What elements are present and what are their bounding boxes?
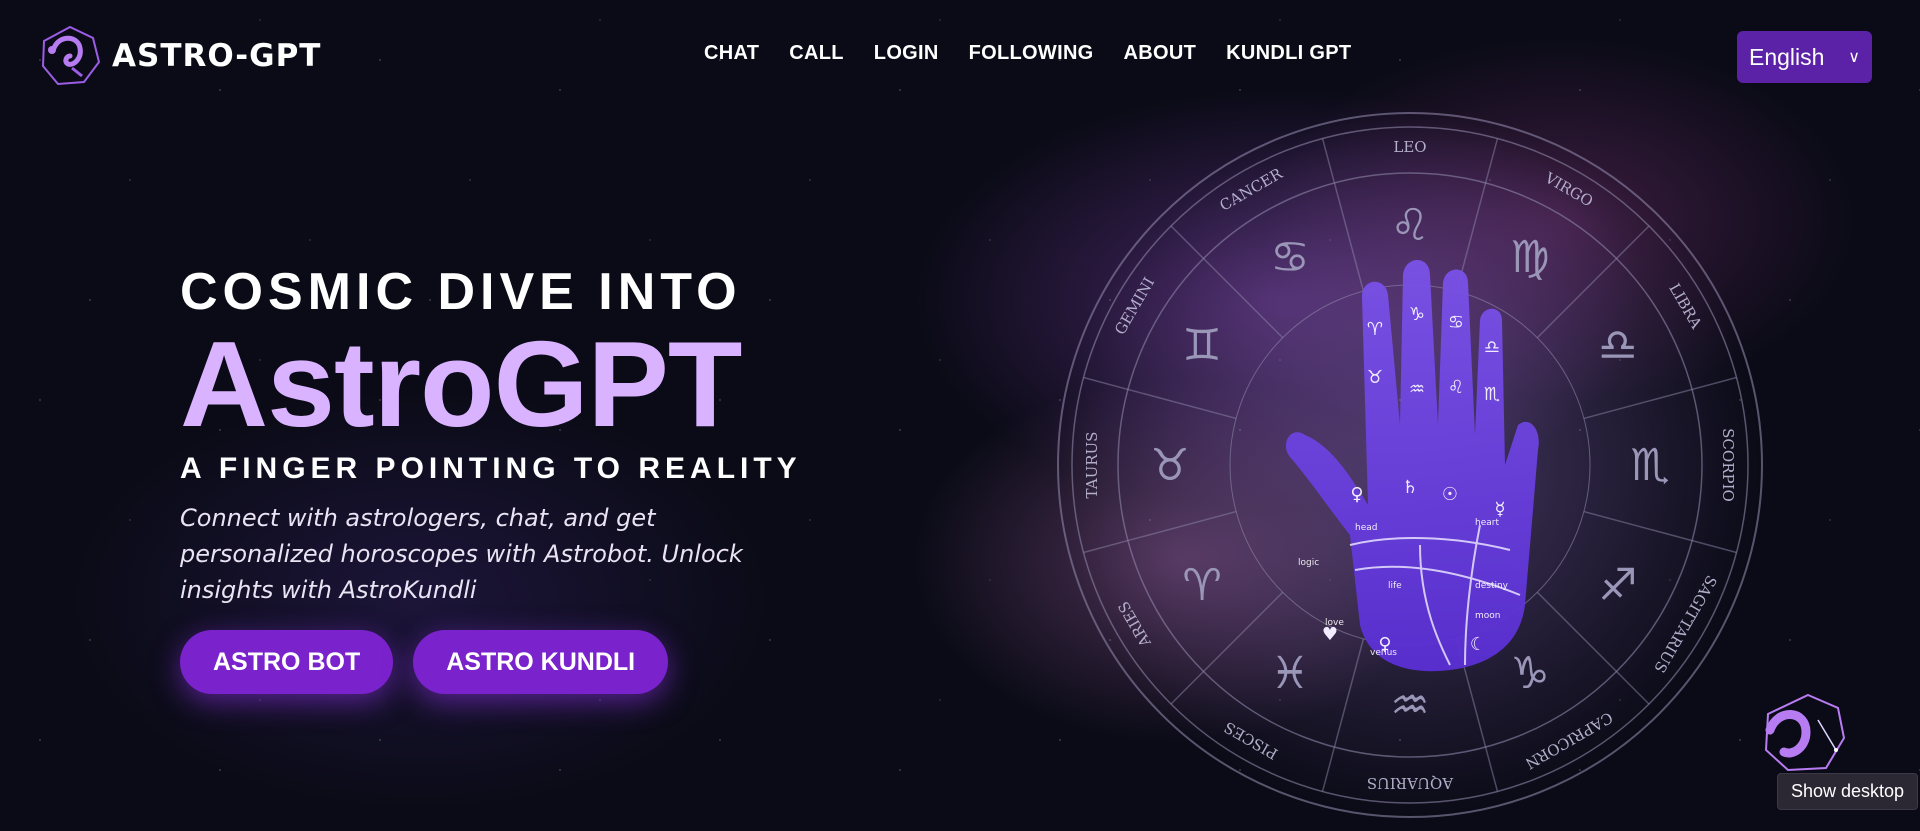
svg-text:♉: ♉: [1367, 367, 1383, 388]
zodiac-symbol-icon: ♌: [1390, 200, 1429, 251]
brand-name: ASTRO-GPT: [112, 38, 322, 74]
chevron-down-icon: ∨: [1848, 49, 1860, 66]
svg-text:♏: ♏: [1484, 384, 1500, 405]
zodiac-symbol-icon: ♑: [1510, 648, 1549, 699]
palm-label-head: head: [1355, 523, 1377, 533]
hero-tagline: A FINGER POINTING TO REALITY: [180, 452, 802, 485]
zodiac-symbol-icon: ♈: [1182, 560, 1221, 611]
palm-label-logic: logic: [1298, 558, 1319, 568]
zodiac-sign-name: LEO: [1393, 138, 1426, 156]
nav-call[interactable]: CALL: [789, 42, 844, 65]
nav-login[interactable]: LOGIN: [874, 42, 939, 65]
svg-text:♑: ♑: [1409, 304, 1425, 325]
palm-label-moon: moon: [1475, 611, 1500, 621]
nav-about[interactable]: ABOUT: [1124, 42, 1197, 65]
zodiac-symbol-icon: ♏: [1630, 440, 1669, 491]
zodiac-wheel-illustration: LEOVIRGOLIBRASCORPIOSAGITTARIUSCAPRICORN…: [1057, 112, 1763, 818]
zodiac-symbol-icon: ♋: [1270, 232, 1309, 283]
scorpion-logo-icon: [41, 25, 101, 86]
zodiac-symbol-icon: ♓: [1270, 648, 1309, 699]
nav-following[interactable]: FOLLOWING: [969, 42, 1094, 65]
svg-text:☿: ☿: [1494, 499, 1505, 520]
svg-text:♀: ♀: [1378, 634, 1391, 655]
language-select-value: English: [1749, 43, 1825, 70]
brand-logo[interactable]: ASTRO-GPT: [38, 24, 321, 88]
svg-text:♀: ♀: [1350, 484, 1363, 505]
svg-text:♈: ♈: [1367, 319, 1383, 340]
hero-title: AstroGPT: [180, 316, 742, 452]
hero-description: Connect with astrologers, chat, and get …: [180, 504, 743, 604]
svg-text:♌: ♌: [1448, 377, 1464, 398]
svg-text:♎: ♎: [1484, 337, 1500, 358]
zodiac-sign-name: TAURUS: [1083, 432, 1101, 499]
zodiac-symbol-icon: ♎: [1598, 320, 1637, 371]
nav-chat[interactable]: CHAT: [704, 42, 759, 65]
svg-text:♋: ♋: [1448, 312, 1464, 333]
astro-kundli-button[interactable]: ASTRO KUNDLI: [413, 630, 669, 694]
language-select[interactable]: English ∨: [1737, 31, 1872, 83]
astro-bot-button[interactable]: ASTRO BOT: [180, 630, 394, 694]
zodiac-sign-name: SCORPIO: [1719, 428, 1737, 502]
palm-label-life: life: [1388, 581, 1402, 591]
hero-section: COSMIC DIVE INTO AstroGPT A FINGER POINT…: [180, 262, 820, 694]
zodiac-symbol-icon: ♐: [1598, 560, 1637, 611]
nav-kundli-gpt[interactable]: KUNDLI GPT: [1226, 42, 1351, 65]
show-desktop-tooltip: Show desktop: [1777, 773, 1919, 810]
zodiac-symbol-icon: ♉: [1150, 440, 1189, 491]
svg-text:♒: ♒: [1409, 379, 1425, 400]
palm-label-destiny: destiny: [1475, 581, 1509, 591]
main-nav: CHAT CALL LOGIN FOLLOWING ABOUT KUNDLI G…: [704, 42, 1351, 65]
svg-text:♥: ♥: [1322, 624, 1338, 645]
svg-text:♄: ♄: [1402, 477, 1418, 498]
zodiac-symbol-icon: ♍: [1510, 232, 1549, 283]
zodiac-sign-name: AQUARIUS: [1367, 774, 1454, 792]
svg-text:☾: ☾: [1470, 634, 1486, 655]
svg-text:☉: ☉: [1442, 484, 1458, 505]
hero-buttons: ASTRO BOT ASTRO KUNDLI: [180, 630, 820, 694]
zodiac-symbol-icon: ♒: [1390, 680, 1429, 731]
zodiac-symbol-icon: ♊: [1182, 320, 1221, 371]
hero-eyebrow: COSMIC DIVE INTO: [180, 263, 742, 321]
